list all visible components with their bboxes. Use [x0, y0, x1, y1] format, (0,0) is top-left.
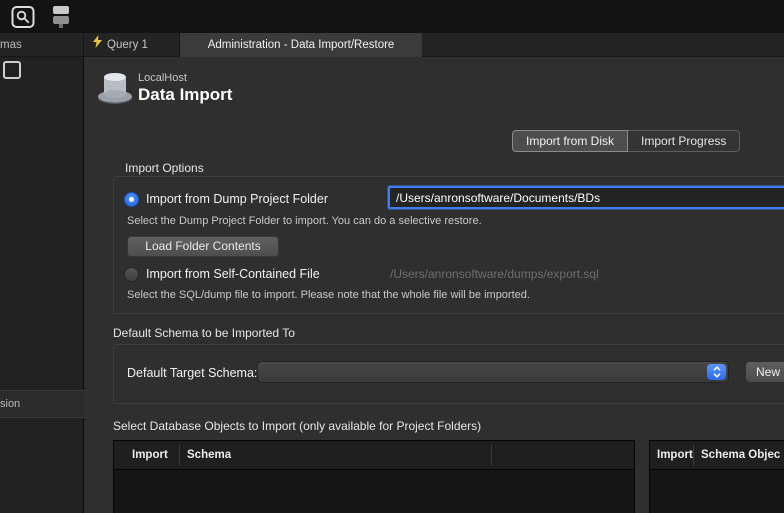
new-schema-button[interactable]: New: [745, 361, 784, 383]
column-divider: [693, 445, 694, 466]
sidebar-section-session[interactable]: sion: [0, 390, 84, 418]
sidebar: [0, 57, 84, 513]
file-import-help-text: Select the SQL/dump file to import. Plea…: [127, 289, 530, 301]
tab-schemas-partial[interactable]: mas: [0, 33, 84, 57]
default-target-schema-dropdown[interactable]: [257, 361, 729, 383]
self-contained-file-path: /Users/anronsoftware/dumps/export.sql: [390, 267, 599, 281]
import-progress-button[interactable]: Import Progress: [628, 130, 740, 152]
dump-folder-help-text: Select the Dump Project Folder to import…: [127, 215, 482, 227]
tab-administration[interactable]: Administration - Data Import/Restore: [180, 33, 422, 57]
dump-folder-radio-label[interactable]: Import from Dump Project Folder: [146, 192, 328, 206]
column-divider: [491, 445, 492, 466]
schemas-import-column-header[interactable]: Import: [132, 441, 168, 470]
import-options-title: Import Options: [125, 161, 204, 175]
objects-section-title: Select Database Objects to Import (only …: [113, 419, 481, 433]
default-target-schema-label: Default Target Schema:: [127, 366, 257, 380]
view-toggle: Import from Disk Import Progress: [512, 130, 740, 152]
tab-query-1[interactable]: Query 1: [84, 33, 180, 57]
load-folder-contents-button[interactable]: Load Folder Contents: [127, 236, 279, 257]
mysql-workbench-window: mas Query 1 Administration - Data Import…: [0, 0, 784, 513]
dump-folder-radio[interactable]: [124, 192, 139, 207]
schemas-table[interactable]: Import Schema: [113, 440, 635, 513]
objects-import-column-header[interactable]: Import: [657, 441, 693, 470]
lightning-icon: [93, 33, 102, 57]
tab-query-label: Query 1: [107, 33, 148, 57]
schema-objects-table-header: Import Schema Objec: [650, 441, 784, 470]
query-search-icon[interactable]: [10, 4, 36, 30]
schemas-schema-column-header[interactable]: Schema: [187, 441, 231, 470]
objects-schema-object-column-header[interactable]: Schema Objec: [701, 441, 780, 470]
window-toolbar: [0, 0, 784, 33]
sidebar-panel-icon[interactable]: [3, 61, 21, 79]
data-import-icon: [96, 68, 134, 106]
dropdown-stepper-icon: [707, 364, 726, 380]
default-schema-section-title: Default Schema to be Imported To: [113, 326, 295, 340]
page-title: Data Import: [138, 85, 232, 105]
database-server-icon[interactable]: [48, 4, 74, 30]
column-divider: [179, 445, 180, 466]
dump-folder-path-input[interactable]: [388, 186, 784, 209]
tab-bar: mas Query 1 Administration - Data Import…: [0, 33, 784, 57]
connection-name: LocalHost: [138, 72, 187, 84]
schemas-table-header: Import Schema: [114, 441, 634, 470]
self-contained-file-radio[interactable]: [124, 267, 139, 282]
self-contained-file-radio-label[interactable]: Import from Self-Contained File: [146, 267, 320, 281]
schema-objects-table[interactable]: Import Schema Objec: [649, 440, 784, 513]
import-from-disk-button[interactable]: Import from Disk: [512, 130, 628, 152]
